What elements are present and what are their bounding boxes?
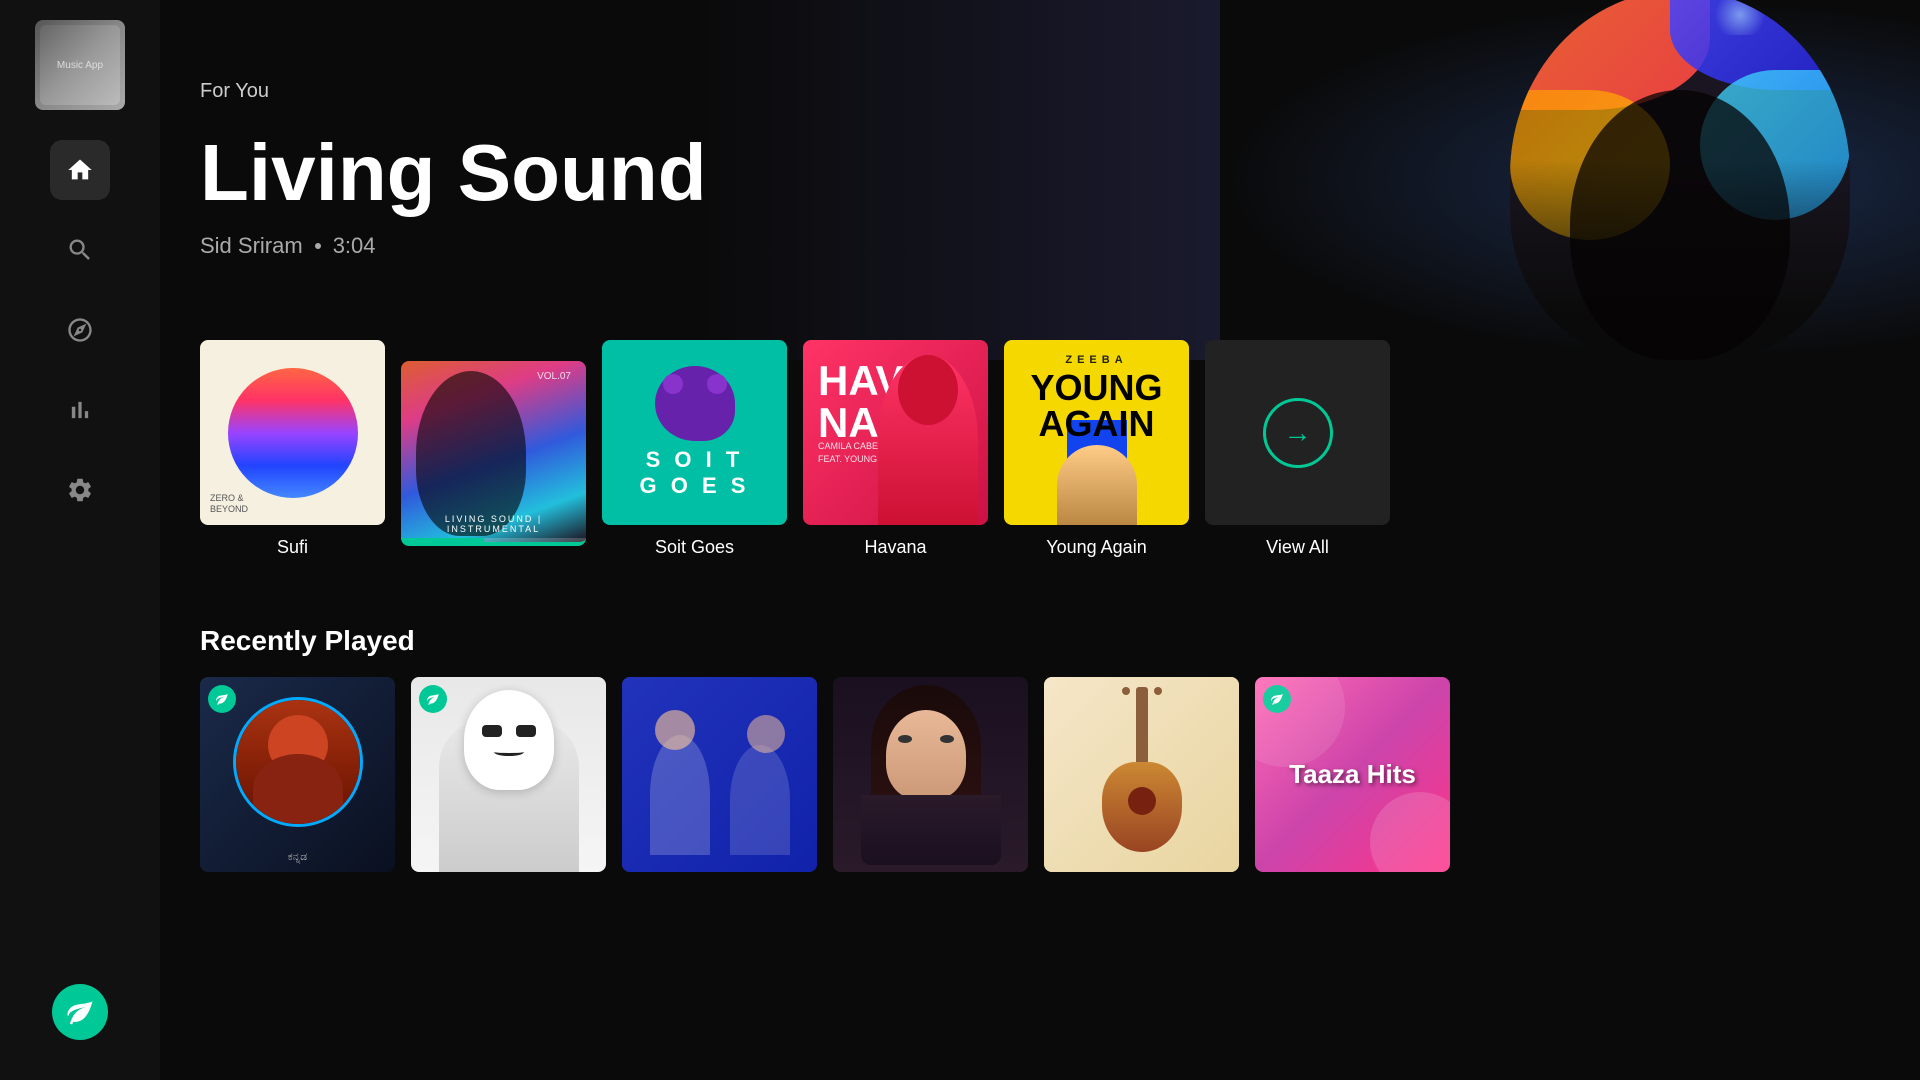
sidebar-item-home[interactable] (50, 140, 110, 200)
album-card-living-sound[interactable]: VOL.07 LIVING SOUND | INSTRUMENTAL (401, 361, 586, 558)
album-card-young-again[interactable]: ZEEBA YOUNGAGAIN Young Again (1004, 340, 1189, 558)
recent-card-1[interactable]: ಕನ್ನಡ (200, 677, 395, 872)
leaf-icon (65, 997, 95, 1027)
recent-card-4[interactable] (833, 677, 1028, 872)
search-icon (66, 236, 94, 264)
living-sound-vol: VOL.07 (537, 371, 571, 382)
sidebar-item-explore[interactable] (50, 300, 110, 360)
hero-meta: Sid Sriram 3:04 (200, 233, 707, 259)
album-label-havana: Havana (864, 537, 926, 558)
hero-artwork (1470, 0, 1870, 360)
view-all-container: → (1205, 340, 1390, 525)
sidebar-item-settings[interactable] (50, 460, 110, 520)
album-label-young-again: Young Again (1046, 537, 1146, 558)
soit-text: S O I TG O E S (640, 447, 750, 500)
sidebar-item-charts[interactable] (50, 380, 110, 440)
albums-section: ZERO &BEYOND Sufi VOL.07 LIVING SOUND | … (160, 340, 1920, 558)
album-art-young-again: ZEEBA YOUNGAGAIN (1004, 340, 1189, 525)
rc1-bottom-label: ಕನ್ನಡ (200, 851, 395, 864)
album-art-sufi: ZERO &BEYOND (200, 340, 385, 525)
album-progress-bar (401, 538, 586, 542)
hero-background-art (1220, 0, 1920, 360)
recently-played-row: ಕನ್ನಡ (200, 677, 1880, 872)
album-card-soit-goes[interactable]: S O I TG O E S Soit Goes (602, 340, 787, 558)
home-icon (66, 156, 94, 184)
taaza-hits-title: Taaza Hits (1289, 759, 1416, 790)
leaf-badge-icon (215, 692, 229, 706)
hero-artist: Sid Sriram (200, 233, 303, 259)
bar-chart-icon (66, 396, 94, 424)
section-label: For You (200, 80, 707, 103)
view-all-circle: → (1263, 398, 1333, 468)
hero-duration: 3:04 (333, 233, 376, 259)
album-art-living-sound: VOL.07 LIVING SOUND | INSTRUMENTAL (401, 361, 586, 546)
hero-title: Living Sound (200, 133, 707, 213)
recent-card-5[interactable]: हिंदी (1044, 677, 1239, 872)
album-progress-fill (401, 538, 484, 542)
recently-played-section: Recently Played ಕನ್ನಡ (160, 625, 1920, 872)
album-card-view-all[interactable]: → View All (1205, 340, 1390, 558)
compass-icon (66, 316, 94, 344)
album-label-sufi: Sufi (277, 537, 308, 558)
young-again-artist: ZEEBA (1018, 354, 1175, 366)
album-label-view-all: View All (1266, 537, 1329, 558)
album-card-havana[interactable]: HAVANA CAMILA CABELLOFEAT. YOUNG THUG Ha… (803, 340, 988, 558)
app-brand-icon[interactable] (52, 984, 108, 1040)
album-art-havana: HAVANA CAMILA CABELLOFEAT. YOUNG THUG (803, 340, 988, 525)
rc1-badge (208, 685, 236, 713)
meta-separator (315, 243, 321, 249)
recently-played-title: Recently Played (200, 625, 1880, 657)
young-again-title: YOUNGAGAIN (1018, 370, 1175, 442)
main-content: For You Living Sound Sid Sriram 3:04 ZER… (160, 0, 1920, 1080)
living-sound-overlay-text: LIVING SOUND | INSTRUMENTAL (401, 514, 586, 534)
recent-card-3[interactable]: తెలుగు (622, 677, 817, 872)
album-label-soit-goes: Soit Goes (655, 537, 734, 558)
sufi-circle-decoration (228, 368, 358, 498)
recent-card-6[interactable]: Taaza Hits (1255, 677, 1450, 872)
sidebar-navigation (50, 140, 110, 984)
hero-section: For You Living Sound Sid Sriram 3:04 (160, 0, 1920, 360)
sidebar: Music App (0, 0, 160, 1080)
sidebar-bottom (52, 984, 108, 1040)
sidebar-item-search[interactable] (50, 220, 110, 280)
album-art-soit-goes: S O I TG O E S (602, 340, 787, 525)
albums-row: ZERO &BEYOND Sufi VOL.07 LIVING SOUND | … (200, 340, 1880, 558)
album-card-sufi[interactable]: ZERO &BEYOND Sufi (200, 340, 385, 558)
hero-content: For You Living Sound Sid Sriram 3:04 (200, 80, 707, 259)
app-logo[interactable]: Music App (35, 20, 125, 110)
recent-card-2[interactable] (411, 677, 606, 872)
arrow-right-icon: → (1284, 417, 1312, 449)
settings-icon (66, 476, 94, 504)
